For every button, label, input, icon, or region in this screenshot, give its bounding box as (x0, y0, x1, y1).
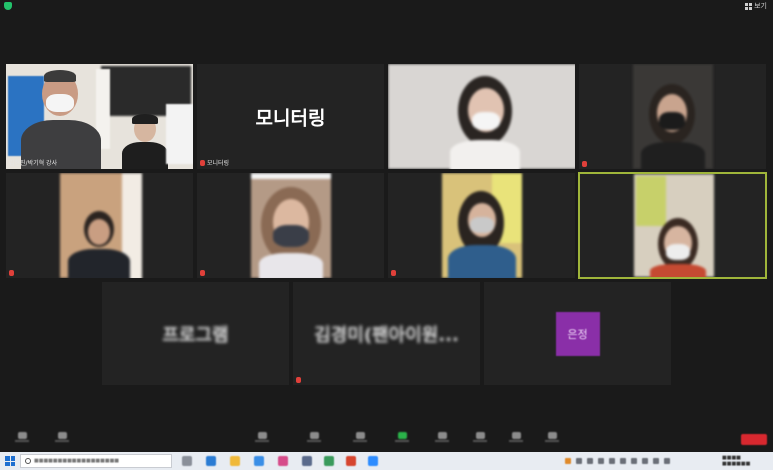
tray-icon[interactable] (576, 458, 582, 464)
participant-name (391, 270, 398, 276)
tray-icon[interactable] (642, 458, 648, 464)
participant-name: 김현진/박기혁 강사 (9, 160, 58, 167)
edge-icon[interactable] (206, 456, 216, 466)
video-tile[interactable]: 프로그램 (101, 281, 290, 386)
breakout-rooms-icon (475, 432, 485, 439)
active-speaker-tile[interactable] (578, 172, 767, 279)
participant-video (442, 173, 522, 278)
participant-video (388, 64, 575, 169)
participants-button[interactable] (306, 432, 322, 446)
participant-video (60, 173, 142, 278)
participant-name (582, 161, 589, 167)
reactions-icon (511, 432, 521, 439)
participant-video (634, 174, 714, 277)
participant-name: 모니터링 (200, 158, 229, 167)
end-meeting-button[interactable] (741, 434, 767, 445)
tray-icon[interactable] (609, 458, 615, 464)
participant-display-name: 김경미(팬아이원... (314, 324, 459, 346)
video-tile[interactable] (5, 172, 194, 279)
task-view-icon[interactable] (182, 456, 192, 466)
app-icon[interactable] (346, 456, 356, 466)
video-tile[interactable] (196, 172, 385, 279)
participant-avatar: 은정 (555, 311, 600, 356)
app-icon[interactable] (302, 456, 312, 466)
windows-start-icon[interactable] (5, 456, 15, 466)
microphone-button[interactable] (14, 432, 30, 446)
video-tile[interactable]: 은정 (483, 281, 672, 386)
system-tray (565, 457, 715, 465)
meeting-top-bar: 보기 (0, 0, 773, 12)
video-tile[interactable] (387, 172, 576, 279)
participant-name (9, 270, 16, 276)
view-button[interactable]: 보기 (745, 1, 767, 11)
mail-icon[interactable] (254, 456, 264, 466)
file-explorer-icon[interactable] (230, 456, 240, 466)
search-icon (25, 458, 31, 464)
video-tile[interactable] (387, 63, 576, 170)
mic-muted-icon (9, 270, 14, 276)
tray-icon[interactable] (664, 458, 670, 464)
grid-view-icon (745, 2, 753, 10)
record-icon (437, 432, 447, 439)
meeting-toolbar (0, 428, 773, 452)
mic-muted-icon (200, 159, 205, 166)
taskbar-clock[interactable]: ■■■■ ■■■■■■ (722, 455, 750, 467)
shield-icon (257, 432, 267, 439)
tray-icon[interactable] (587, 458, 593, 464)
video-tile[interactable]: 모니터링 모니터링 (196, 63, 385, 170)
more-icon (547, 432, 557, 439)
video-tile[interactable]: 김경미(팬아이원... (292, 281, 481, 386)
video-button[interactable] (54, 432, 70, 446)
chat-button[interactable] (352, 432, 368, 446)
participant-name (200, 270, 207, 276)
tray-icon[interactable] (631, 458, 637, 464)
participant-name (296, 377, 303, 383)
more-button[interactable] (544, 432, 560, 446)
participant-display-name: 모니터링 (255, 107, 326, 129)
view-button-label: 보기 (754, 2, 767, 10)
security-button[interactable] (254, 432, 270, 446)
mic-muted-icon (391, 270, 396, 276)
chat-icon (355, 432, 365, 439)
participant-video (633, 64, 713, 169)
zoom-icon[interactable] (368, 456, 378, 466)
participant-video (6, 64, 193, 169)
shield-icon[interactable] (4, 2, 12, 10)
mic-muted-icon (200, 270, 205, 276)
record-button[interactable] (434, 432, 450, 446)
participants-icon (309, 432, 319, 439)
share-screen-button[interactable] (394, 432, 410, 446)
tray-icon[interactable] (620, 458, 626, 464)
microphone-icon (17, 432, 27, 439)
camera-icon (57, 432, 67, 439)
tray-icon[interactable] (598, 458, 604, 464)
reactions-button[interactable] (508, 432, 524, 446)
video-tile[interactable]: 김현진/박기혁 강사 (5, 63, 194, 170)
app-icon[interactable] (278, 456, 288, 466)
participant-video (251, 173, 331, 278)
mic-muted-icon (296, 377, 301, 383)
video-tile[interactable] (578, 63, 767, 170)
windows-taskbar: ■■■■■■■■■■■■■■■■■■ ■■■■ ■■■■■■ (0, 452, 773, 470)
mic-muted-icon (582, 161, 587, 167)
breakout-rooms-button[interactable] (472, 432, 488, 446)
share-screen-icon (397, 432, 407, 439)
search-placeholder: ■■■■■■■■■■■■■■■■■■ (34, 458, 120, 464)
app-icon[interactable] (324, 456, 334, 466)
tray-icon[interactable] (653, 458, 659, 464)
taskbar-search-box[interactable]: ■■■■■■■■■■■■■■■■■■ (20, 454, 172, 468)
tray-icon[interactable] (565, 458, 571, 464)
participant-display-name: 프로그램 (162, 324, 229, 346)
